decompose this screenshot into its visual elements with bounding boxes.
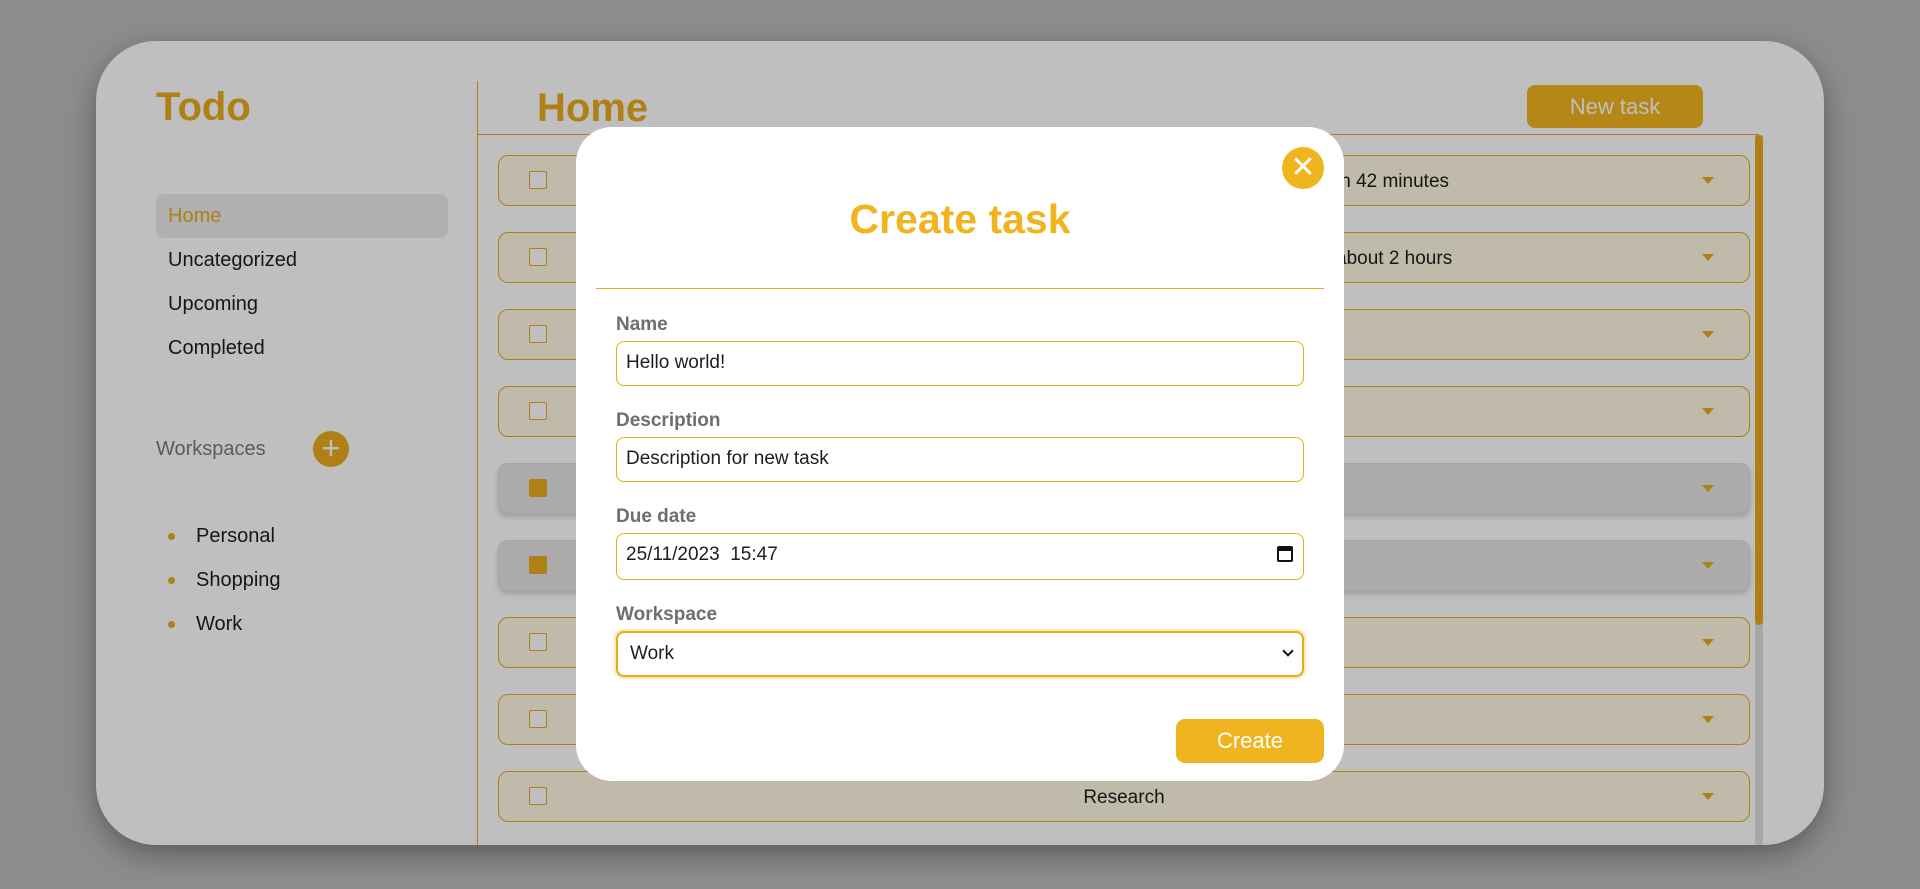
description-label: Description (616, 410, 721, 431)
description-input[interactable]: Description for new task (616, 437, 1304, 482)
dialog-divider (596, 288, 1324, 289)
dialog-title: Create task (849, 196, 1071, 242)
due-date-value: 25/11/2023 15:47 (626, 544, 778, 565)
create-button[interactable]: Create (1176, 719, 1324, 763)
close-icon[interactable]: ✕ (1282, 147, 1324, 189)
chevron-down-icon (1282, 645, 1294, 657)
name-input[interactable]: Hello world! (616, 341, 1304, 386)
workspace-selected-value: Work (630, 643, 674, 664)
due-date-input[interactable]: 25/11/2023 15:47 (616, 533, 1304, 580)
name-label: Name (616, 314, 668, 335)
workspace-label: Workspace (616, 604, 718, 625)
workspace-select[interactable]: Work (616, 631, 1304, 677)
create-task-dialog: ✕ Create task Name Hello world! Descript… (576, 127, 1344, 781)
due-date-label: Due date (616, 506, 697, 527)
calendar-icon[interactable] (1277, 546, 1293, 562)
